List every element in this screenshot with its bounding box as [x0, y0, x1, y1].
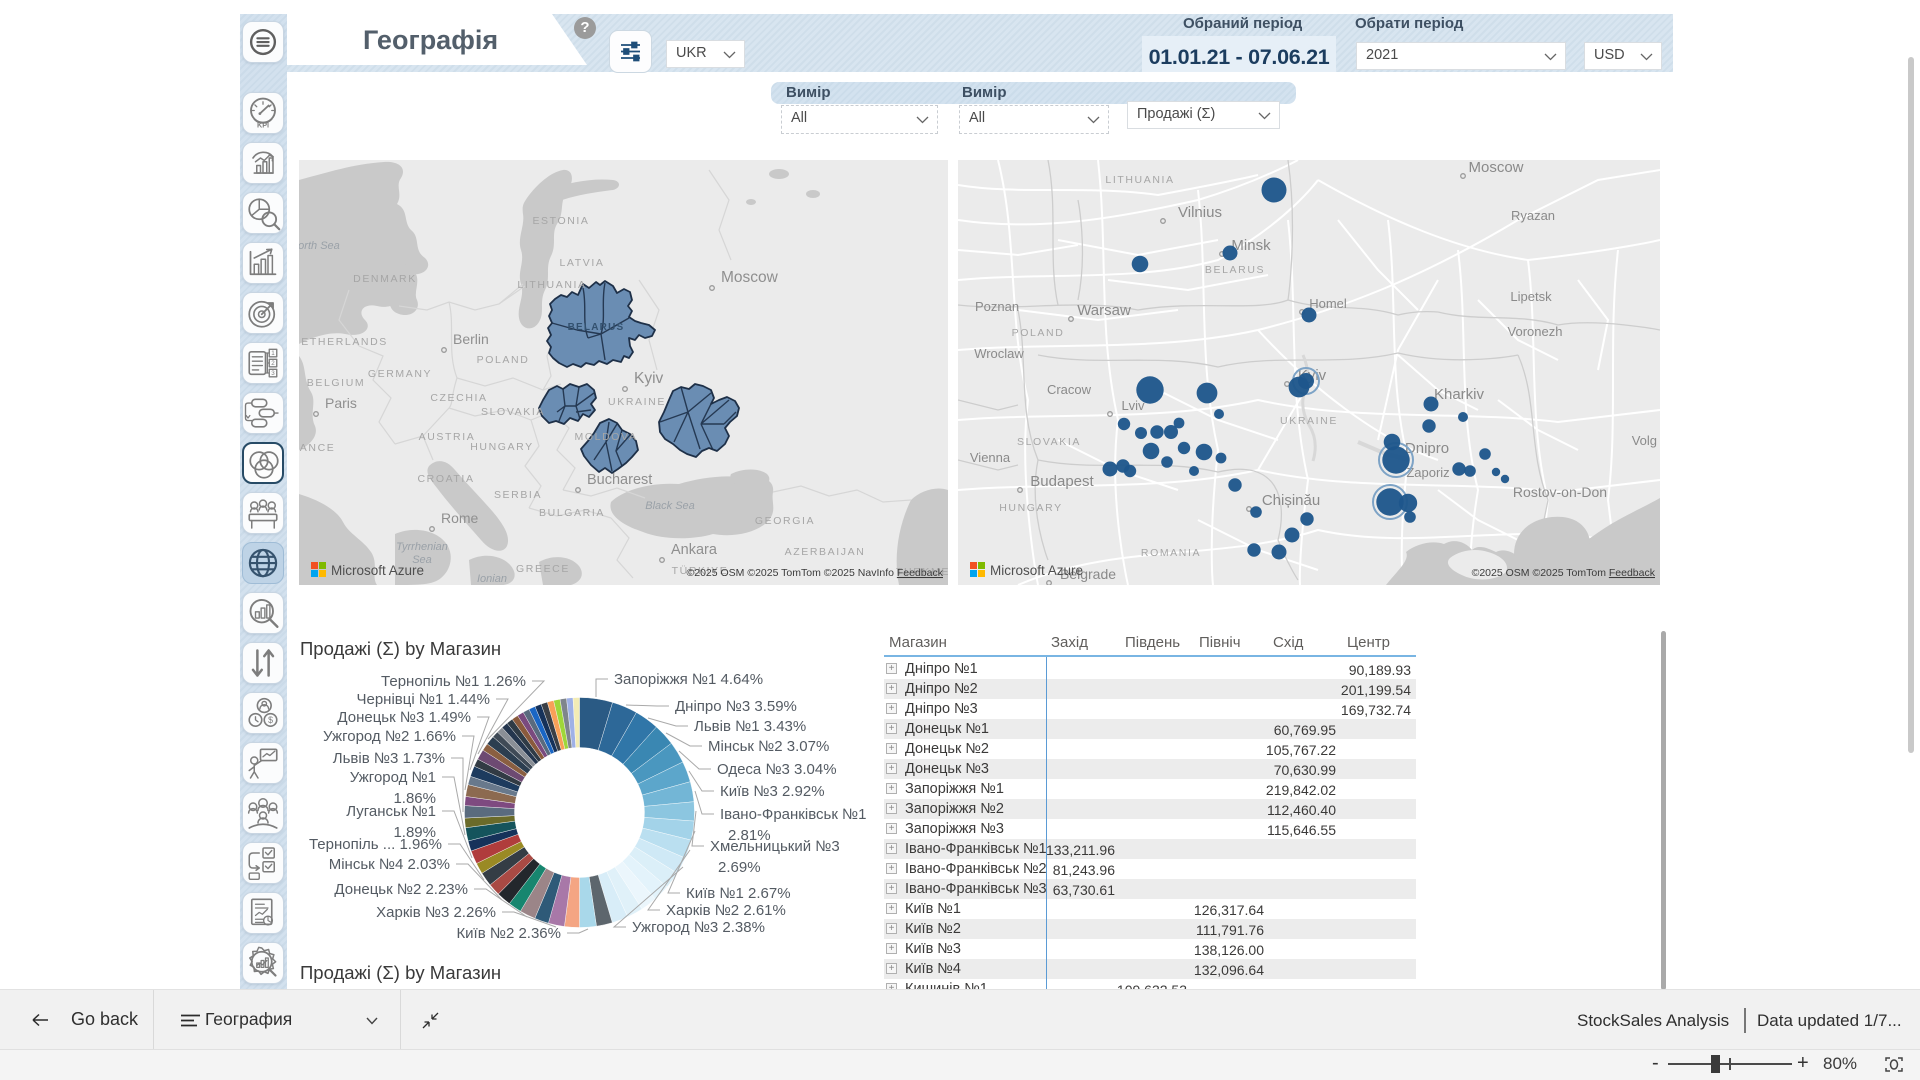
svg-text:Львів №1 3.43%: Львів №1 3.43%	[694, 718, 806, 735]
svg-text:Voronezh: Voronezh	[1508, 324, 1563, 339]
svg-text:Lipetsk: Lipetsk	[1510, 289, 1552, 304]
svg-text:Tyrrhenian: Tyrrhenian	[396, 541, 448, 553]
svg-text:Харків №2 2.61%: Харків №2 2.61%	[666, 902, 786, 919]
svg-text:Warsaw: Warsaw	[1077, 302, 1131, 319]
svg-text:Київ №3 2.92%: Київ №3 2.92%	[720, 783, 825, 800]
svg-text:NETHERLANDS: NETHERLANDS	[299, 336, 388, 348]
svg-text:Volg: Volg	[1632, 433, 1657, 448]
svg-text:$: $	[268, 715, 273, 725]
svg-text:Paris: Paris	[325, 395, 357, 411]
svg-text:Moscow: Moscow	[1468, 160, 1523, 176]
svg-text:GREECE: GREECE	[516, 563, 570, 575]
svg-text:Запоріжжя №1 4.64%: Запоріжжя №1 4.64%	[614, 671, 763, 688]
svg-text:Vienna: Vienna	[970, 450, 1011, 465]
svg-text:Minsk: Minsk	[1231, 237, 1271, 254]
svg-text:LATVIA: LATVIA	[559, 257, 604, 269]
svg-text:CZECHIA: CZECHIA	[430, 392, 487, 404]
svg-text:BELGIUM: BELGIUM	[307, 377, 365, 389]
svg-text:Budapest: Budapest	[1030, 473, 1094, 490]
svg-text:Microsoft Azure: Microsoft Azure	[331, 563, 424, 578]
svg-text:ROMANIA: ROMANIA	[1141, 547, 1201, 559]
svg-text:HUNGARY: HUNGARY	[999, 502, 1063, 514]
svg-text:Wroclaw: Wroclaw	[974, 346, 1024, 361]
svg-text:Київ №2 2.36%: Київ №2 2.36%	[456, 925, 561, 942]
svg-text:DENMARK: DENMARK	[353, 273, 417, 285]
svg-text:POLAND: POLAND	[477, 354, 530, 366]
svg-text:Тернопіль №1 1.26%: Тернопіль №1 1.26%	[381, 673, 526, 690]
svg-text:AZERBAIJAN: AZERBAIJAN	[785, 546, 866, 558]
svg-text:Microsoft Azure: Microsoft Azure	[990, 563, 1083, 578]
svg-text:Ankara: Ankara	[671, 542, 718, 558]
svg-text:1.89%: 1.89%	[393, 824, 436, 841]
svg-text:POLAND: POLAND	[1012, 327, 1065, 339]
svg-text:Black Sea: Black Sea	[645, 500, 695, 512]
svg-text:1: 1	[271, 350, 275, 357]
svg-text:AUSTRIA: AUSTRIA	[419, 431, 476, 443]
svg-text:Чернівці №1 1.44%: Чернівці №1 1.44%	[357, 691, 491, 708]
svg-text:Kharkiv: Kharkiv	[1434, 386, 1485, 403]
svg-text:Bucharest: Bucharest	[587, 472, 652, 488]
svg-text:SLOVAKIA: SLOVAKIA	[1017, 436, 1081, 448]
svg-text:SERBIA: SERBIA	[494, 489, 542, 501]
svg-text:3: 3	[271, 370, 275, 377]
svg-text:Rostov-on-Don: Rostov-on-Don	[1513, 484, 1607, 500]
svg-text:Ужгород №2 1.66%: Ужгород №2 1.66%	[323, 728, 456, 745]
svg-text:Мінськ №2 3.07%: Мінськ №2 3.07%	[708, 738, 829, 755]
svg-text:2.69%: 2.69%	[718, 859, 761, 876]
svg-text:LITHUANIA: LITHUANIA	[1105, 174, 1174, 186]
svg-text:Донецьк №3 1.49%: Донецьк №3 1.49%	[337, 709, 471, 726]
svg-text:Ужгород №3 2.38%: Ужгород №3 2.38%	[632, 919, 765, 936]
svg-text:Ionian: Ionian	[477, 573, 507, 585]
svg-text:Хмельницький №3: Хмельницький №3	[710, 838, 840, 855]
svg-text:Дніпро №3 3.59%: Дніпро №3 3.59%	[675, 698, 797, 715]
svg-text:Ужгород №1: Ужгород №1	[350, 769, 436, 786]
svg-text:Kyiv: Kyiv	[634, 370, 664, 387]
svg-text:2: 2	[271, 360, 275, 367]
svg-text:Moscow: Moscow	[721, 269, 779, 286]
svg-text:Poznan: Poznan	[975, 299, 1019, 314]
svg-text:Львів №3 1.73%: Львів №3 1.73%	[333, 750, 445, 767]
svg-text:BULGARIA: BULGARIA	[539, 507, 605, 519]
svg-text:KPI: KPI	[257, 120, 269, 129]
svg-text:GERMANY: GERMANY	[368, 368, 432, 380]
svg-text:©2025 OSM ©2025 TomTom ©2025: ©2025 OSM ©2025 TomTom ©2025 NavInfo Fee…	[687, 567, 944, 579]
svg-text:Харків №3 2.26%: Харків №3 2.26%	[376, 904, 496, 921]
svg-text:GEORGIA: GEORGIA	[755, 515, 815, 527]
svg-text:Київ №1 2.67%: Київ №1 2.67%	[686, 885, 791, 902]
svg-text:RANCE: RANCE	[299, 442, 335, 454]
svg-text:Zaporiz: Zaporiz	[1406, 465, 1449, 480]
svg-text:Cracow: Cracow	[1047, 382, 1092, 397]
svg-text:North Sea: North Sea	[299, 240, 340, 252]
svg-text:©2025 OSM ©2025 TomTom Feedb: ©2025 OSM ©2025 TomTom Feedback	[1472, 567, 1656, 579]
svg-text:UKRAINE: UKRAINE	[608, 396, 666, 408]
svg-text:Івано-Франківськ №1: Івано-Франківськ №1	[720, 806, 866, 823]
svg-text:Berlin: Berlin	[453, 331, 489, 347]
svg-text:Мінськ №4 2.03%: Мінськ №4 2.03%	[329, 856, 450, 873]
svg-text:Донецьк №2 2.23%: Донецьк №2 2.23%	[334, 881, 468, 898]
svg-text:SLOVAKIA: SLOVAKIA	[481, 406, 545, 418]
svg-text:Homel: Homel	[1309, 296, 1347, 311]
svg-text:Vilnius: Vilnius	[1178, 204, 1222, 221]
svg-text:BELARUS: BELARUS	[568, 322, 625, 333]
svg-text:CROATIA: CROATIA	[417, 473, 474, 485]
svg-text:LITHUANIA: LITHUANIA	[517, 279, 586, 291]
svg-text:Rome: Rome	[441, 510, 479, 526]
svg-text:BELARUS: BELARUS	[1205, 264, 1265, 276]
svg-text:ESTONIA: ESTONIA	[532, 215, 589, 227]
svg-text:HUNGARY: HUNGARY	[470, 441, 534, 453]
svg-text:1.86%: 1.86%	[393, 790, 436, 807]
svg-text:UKRAINE: UKRAINE	[1280, 415, 1338, 427]
svg-text:MOLDOVA: MOLDOVA	[575, 431, 638, 443]
svg-text:Ryazan: Ryazan	[1511, 208, 1555, 223]
svg-text:Одеса №3 3.04%: Одеса №3 3.04%	[717, 761, 837, 778]
svg-text:Chișinău: Chișinău	[1262, 492, 1320, 509]
